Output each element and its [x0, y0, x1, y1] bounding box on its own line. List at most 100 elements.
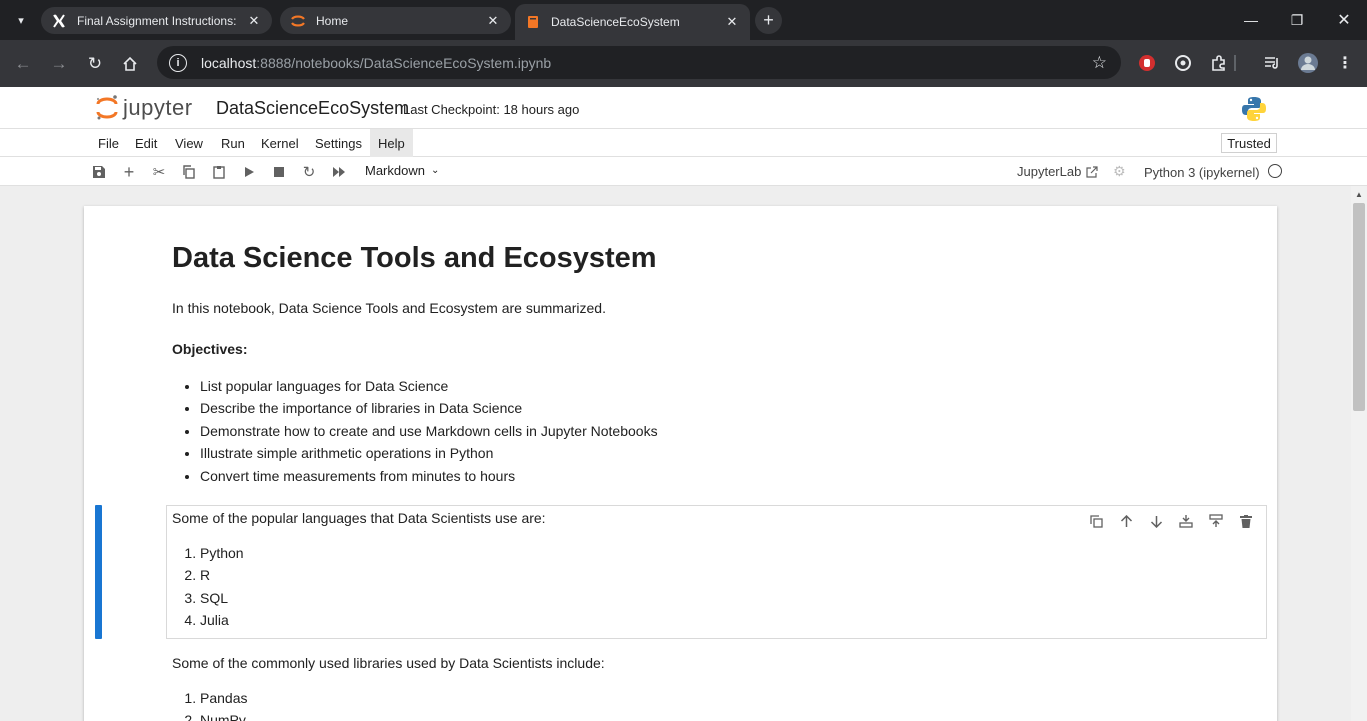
jupyterlab-link[interactable]: JupyterLab — [1017, 164, 1098, 179]
minimize-icon[interactable]: — — [1228, 0, 1274, 40]
menu-kernel[interactable]: Kernel — [253, 129, 307, 157]
menu-edit[interactable]: Edit — [127, 129, 165, 157]
notebook-area: Data Science Tools and Ecosystem In this… — [0, 186, 1367, 721]
browser-tab-notebook[interactable]: DataScienceEcoSystem ✕ — [515, 4, 750, 40]
extensions-puzzle-icon[interactable] — [1208, 52, 1230, 74]
list-item: Convert time measurements from minutes t… — [200, 465, 658, 487]
restart-icon[interactable]: ↻ — [299, 162, 319, 182]
python-logo-icon — [1242, 97, 1266, 121]
new-tab-button[interactable]: + — [755, 7, 782, 34]
notebook-icon — [525, 14, 541, 30]
close-icon[interactable]: ✕ — [246, 13, 262, 29]
notebook-toolbar: + ✂ ↻ Markdown ⌄ JupyterLab ⚙ Python 3 (… — [0, 157, 1367, 186]
restart-run-all-icon[interactable] — [329, 162, 349, 182]
duplicate-cell-icon[interactable] — [1086, 511, 1106, 531]
restore-icon[interactable]: ❐ — [1274, 0, 1320, 40]
home-icon[interactable] — [117, 51, 143, 77]
tab-title: DataScienceEcoSystem — [551, 15, 680, 29]
menu-help[interactable]: Help — [370, 129, 413, 157]
last-checkpoint: Last Checkpoint: 18 hours ago — [403, 102, 580, 117]
intro-text: In this notebook, Data Science Tools and… — [172, 300, 606, 316]
move-down-icon[interactable] — [1146, 511, 1166, 531]
list-item: Illustrate simple arithmetic operations … — [200, 442, 658, 464]
bookmark-star-icon[interactable]: ☆ — [1092, 53, 1107, 73]
gear-icon[interactable]: ⚙ — [1113, 163, 1126, 180]
close-icon[interactable]: ✕ — [485, 13, 501, 29]
avatar[interactable] — [1297, 52, 1319, 74]
external-link-icon — [1086, 165, 1098, 178]
menu-view[interactable]: View — [167, 129, 211, 157]
jupyterlab-link-label: JupyterLab — [1017, 164, 1082, 179]
scrollbar-thumb[interactable] — [1353, 203, 1365, 411]
jupyter-logo-icon — [96, 95, 118, 120]
forward-icon[interactable]: → — [46, 51, 72, 77]
libraries-list-block: Pandas NumPy — [172, 687, 247, 721]
browser-menu-icon[interactable]: ⋮ — [1334, 52, 1356, 74]
site-info-icon[interactable]: i — [169, 53, 187, 72]
cell-type-value: Markdown — [365, 163, 425, 178]
objectives-label: Objectives: — [172, 341, 248, 357]
list-item: NumPy — [200, 709, 247, 721]
objectives-list-block: List popular languages for Data Science … — [172, 375, 658, 487]
cell-toolbar — [1086, 511, 1256, 531]
menu-settings[interactable]: Settings — [307, 129, 370, 157]
cut-icon[interactable]: ✂ — [149, 162, 169, 182]
x-logo-icon — [51, 13, 67, 29]
tab-title: Home — [316, 13, 349, 28]
browser-tab-bar: ▾ Final Assignment Instructions: C ✕ Hom… — [0, 0, 1367, 40]
tab-title: Final Assignment Instructions: C — [77, 13, 238, 28]
list-item: Python — [200, 542, 244, 564]
active-cell-indicator[interactable] — [95, 505, 102, 639]
save-icon[interactable] — [89, 162, 109, 182]
insert-above-icon[interactable] — [1176, 511, 1196, 531]
kernel-status-icon — [1268, 164, 1282, 178]
list-item: List popular languages for Data Science — [200, 375, 658, 397]
paste-icon[interactable] — [209, 162, 229, 182]
list-item: Pandas — [200, 687, 247, 709]
url-text: localhost:8888/notebooks/DataScienceEcoS… — [201, 54, 552, 71]
languages-list-block: Python R SQL Julia — [172, 542, 244, 632]
url-input[interactable]: i localhost:8888/notebooks/DataScienceEc… — [157, 46, 1121, 79]
chevron-down-icon: ⌄ — [430, 165, 440, 176]
window-close-icon[interactable]: ✕ — [1321, 0, 1367, 40]
scroll-up-icon[interactable]: ▲ — [1355, 190, 1363, 199]
browser-tab-assignment[interactable]: Final Assignment Instructions: C ✕ — [41, 7, 272, 34]
menu-file[interactable]: File — [90, 129, 127, 157]
markdown-cell-heading[interactable]: Data Science Tools and Ecosystem — [172, 242, 657, 275]
insert-below-icon[interactable] — [1206, 511, 1226, 531]
jupyter-logo-text: jupyter — [123, 95, 193, 120]
trusted-indicator[interactable]: Trusted — [1221, 133, 1277, 153]
media-queue-icon[interactable] — [1261, 52, 1283, 74]
jupyter-header: jupyter DataScienceEcoSystem Last Checkp… — [0, 87, 1367, 129]
extension-red-icon[interactable] — [1136, 52, 1158, 74]
browser-tab-home[interactable]: Home ✕ — [280, 7, 511, 34]
extension-circle-icon[interactable] — [1172, 52, 1194, 74]
copy-icon[interactable] — [179, 162, 199, 182]
kernel-name[interactable]: Python 3 (ipykernel) — [1144, 165, 1260, 180]
list-item: R — [200, 564, 244, 586]
move-up-icon[interactable] — [1116, 511, 1136, 531]
close-icon[interactable]: ✕ — [724, 14, 740, 30]
browser-address-bar: ← → ↻ i localhost:8888/notebooks/DataSci… — [0, 40, 1367, 87]
jupyter-icon — [290, 13, 306, 29]
libraries-intro: Some of the commonly used libraries used… — [172, 655, 605, 671]
list-item: Demonstrate how to create and use Markdo… — [200, 420, 658, 442]
reload-icon[interactable]: ↻ — [82, 51, 108, 77]
notebook-title[interactable]: DataScienceEcoSystem — [216, 98, 409, 119]
cell-type-select[interactable]: Markdown ⌄ — [365, 163, 439, 178]
list-item: Julia — [200, 609, 244, 631]
menu-run[interactable]: Run — [213, 129, 253, 157]
back-icon[interactable]: ← — [10, 51, 36, 77]
list-item: SQL — [200, 587, 244, 609]
languages-intro: Some of the popular languages that Data … — [172, 510, 546, 526]
vertical-scrollbar[interactable]: ▲ — [1351, 186, 1367, 721]
toolbar-divider — [1234, 55, 1236, 71]
list-item: Describe the importance of libraries in … — [200, 397, 658, 419]
stop-icon[interactable] — [269, 162, 289, 182]
tab-search-dropdown-icon[interactable]: ▾ — [8, 8, 34, 32]
add-cell-icon[interactable]: + — [119, 162, 139, 182]
run-icon[interactable] — [239, 162, 259, 182]
jupyter-menu-bar: File Edit View Run Kernel Settings Help … — [0, 129, 1367, 157]
delete-cell-icon[interactable] — [1236, 511, 1256, 531]
jupyter-logo[interactable]: jupyter — [95, 93, 193, 123]
